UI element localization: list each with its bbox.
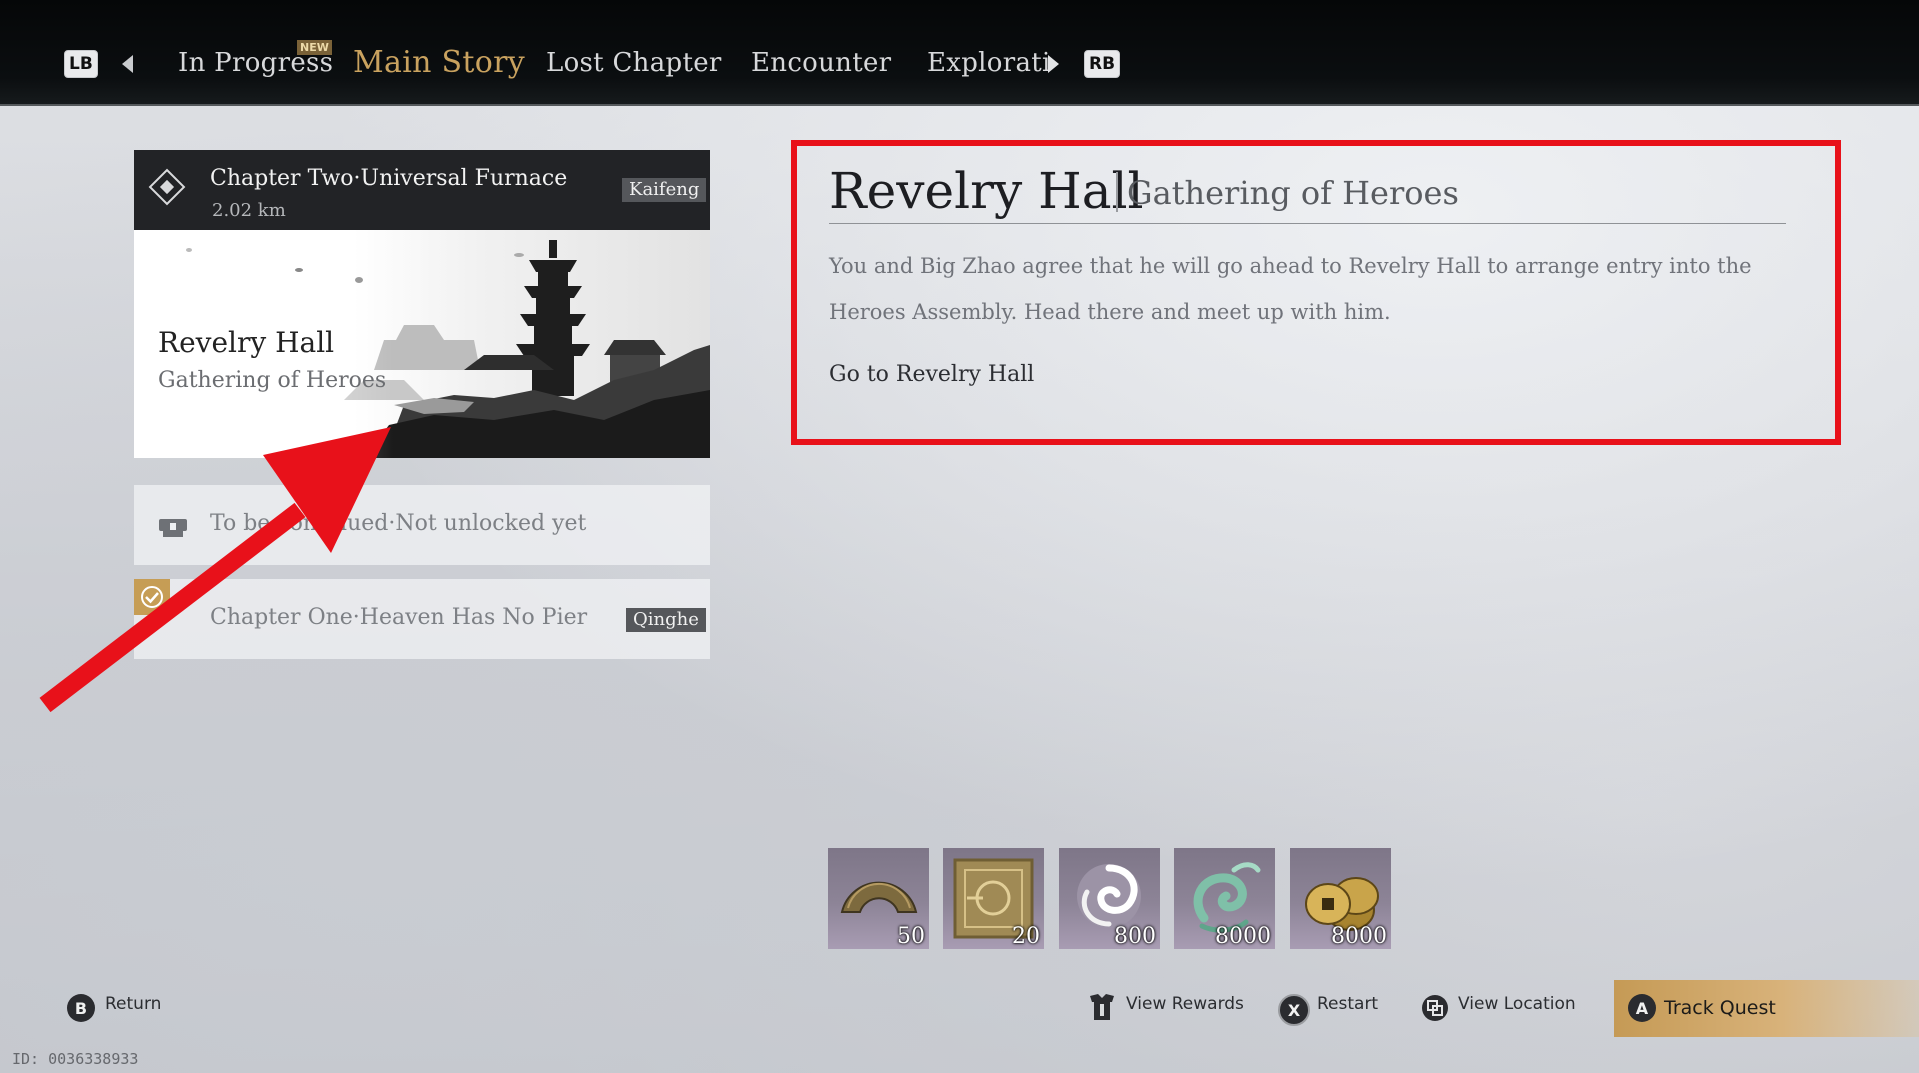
chapter-header: Chapter Two·Universal Furnace 2.02 km Ka… bbox=[134, 150, 710, 230]
view-rewards-hint[interactable]: View Rewards bbox=[1126, 994, 1244, 1014]
reward-slot[interactable]: 800 bbox=[1059, 848, 1160, 949]
view-location-hint[interactable]: View Location bbox=[1458, 994, 1576, 1014]
detail-divider bbox=[829, 223, 1786, 224]
title-separator bbox=[1116, 172, 1118, 212]
x-button-icon[interactable]: X bbox=[1278, 994, 1310, 1026]
return-hint[interactable]: Return bbox=[105, 994, 161, 1014]
main-quest-diamond-icon bbox=[148, 168, 186, 206]
a-button-icon: A bbox=[1628, 994, 1656, 1022]
new-badge: NEW bbox=[297, 40, 332, 55]
quest-artwork: Revelry Hall Gathering of Heroes bbox=[134, 230, 710, 458]
tab-lost-chapter[interactable]: Lost Chapter bbox=[546, 48, 722, 78]
quest-name: Revelry Hall bbox=[158, 326, 335, 359]
detail-title: Revelry Hall bbox=[829, 162, 1144, 220]
reward-slot[interactable]: 50 bbox=[828, 848, 929, 949]
chapter-title: Chapter Two·Universal Furnace bbox=[210, 166, 568, 191]
detail-description: You and Big Zhao agree that he will go a… bbox=[829, 254, 1752, 324]
restart-hint[interactable]: Restart bbox=[1317, 994, 1378, 1014]
completed-location-badge: Qinghe bbox=[626, 608, 706, 632]
track-quest-label: Track Quest bbox=[1664, 997, 1776, 1019]
location-badge: Kaifeng bbox=[622, 178, 707, 202]
player-id: ID: 0036338933 bbox=[12, 1050, 139, 1068]
tab-prev-arrow-icon[interactable] bbox=[122, 55, 133, 73]
rb-button[interactable]: RB bbox=[1084, 50, 1121, 78]
reward-quantity: 8000 bbox=[1215, 924, 1271, 949]
tab-exploration[interactable]: Explorati bbox=[927, 48, 1051, 78]
locked-chapter-text: To be continued·Not unlocked yet bbox=[210, 511, 587, 536]
reward-quantity: 8000 bbox=[1331, 924, 1387, 949]
locked-chapter-row[interactable]: To be continued·Not unlocked yet bbox=[134, 485, 710, 565]
completed-chapter-row[interactable]: Chapter One·Heaven Has No Pier Qinghe bbox=[134, 579, 710, 659]
completed-check-icon bbox=[134, 579, 170, 615]
detail-subtitle: Gathering of Heroes bbox=[1127, 174, 1459, 212]
tab-next-arrow-icon[interactable] bbox=[1048, 55, 1059, 73]
tab-encounter[interactable]: Encounter bbox=[751, 48, 891, 78]
quest-subtitle: Gathering of Heroes bbox=[158, 368, 387, 393]
quest-distance: 2.02 km bbox=[212, 200, 286, 221]
current-quest-card[interactable]: Chapter Two·Universal Furnace 2.02 km Ka… bbox=[134, 150, 710, 458]
lb-button[interactable]: LB bbox=[64, 50, 98, 78]
view-location-icon[interactable] bbox=[1421, 994, 1449, 1022]
tab-main-story[interactable]: Main Story bbox=[353, 45, 525, 80]
reward-quantity: 20 bbox=[1012, 924, 1040, 949]
reward-quantity: 800 bbox=[1114, 924, 1156, 949]
b-button-icon[interactable]: B bbox=[67, 994, 95, 1022]
view-rewards-icon[interactable] bbox=[1088, 992, 1116, 1022]
locked-chest-icon bbox=[159, 519, 187, 537]
top-nav-bar: LB In Progress NEW Main Story Lost Chapt… bbox=[0, 0, 1919, 106]
reward-quantity: 50 bbox=[897, 924, 925, 949]
quest-objective: Go to Revelry Hall bbox=[829, 362, 1035, 387]
reward-slot[interactable]: 20 bbox=[943, 848, 1044, 949]
reward-slot[interactable]: 8000 bbox=[1290, 848, 1391, 949]
track-quest-button[interactable]: A Track Quest bbox=[1614, 980, 1919, 1037]
reward-slot[interactable]: 8000 bbox=[1174, 848, 1275, 949]
completed-chapter-text: Chapter One·Heaven Has No Pier bbox=[210, 605, 588, 630]
